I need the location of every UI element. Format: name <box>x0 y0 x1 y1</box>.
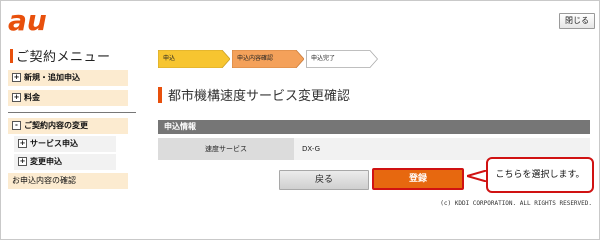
au-logo: au <box>8 4 52 40</box>
info-label-speed-service: 速度サービス <box>158 138 294 160</box>
step-confirm: 申込内容確認 <box>232 50 304 68</box>
step-label: 申込完了 <box>311 55 336 62</box>
logo-text: au <box>8 6 47 37</box>
sidebar-item-confirm-application[interactable]: お申込内容の確認 <box>8 173 128 189</box>
title-marker <box>10 49 13 63</box>
expand-icon: + <box>18 139 27 148</box>
page-title-text: 都市機構速度サービス変更確認 <box>168 89 351 104</box>
sidebar-item-contract-change[interactable]: - ご契約内容の変更 <box>8 118 128 134</box>
page-title: 都市機構速度サービス変更確認 <box>158 85 350 104</box>
sidebar-item-label: 変更申込 <box>30 157 62 166</box>
copyright-text: (c) KDDI CORPORATION. ALL RIGHTS RESERVE… <box>440 200 592 207</box>
instruction-callout: こちらを選択します。 <box>486 157 594 193</box>
title-bar <box>158 87 162 103</box>
sidebar-item-label: サービス申込 <box>30 139 78 148</box>
sidebar-title-text: ご契約メニュー <box>16 50 111 65</box>
step-label: 申込 <box>163 55 176 62</box>
expand-icon: + <box>12 73 21 82</box>
sidebar-item-label: 料金 <box>24 93 40 102</box>
step-apply: 申込 <box>158 50 230 68</box>
info-value-speed-service: DX-G <box>302 145 321 153</box>
collapse-icon: - <box>12 121 21 130</box>
register-button[interactable]: 登録 <box>372 168 464 190</box>
sidebar-subitem-service-application[interactable]: + サービス申込 <box>14 136 116 152</box>
back-button[interactable]: 戻る <box>279 170 369 190</box>
expand-icon: + <box>12 93 21 102</box>
step-complete: 申込完了 <box>306 50 378 68</box>
sidebar-title: ご契約メニュー <box>10 46 111 65</box>
au-logo-mark: au <box>8 4 47 37</box>
sidebar-item-label: ご契約内容の変更 <box>24 121 88 130</box>
sidebar-item-new-application[interactable]: + 新規・追加申込 <box>8 70 128 86</box>
sidebar-divider <box>8 112 136 113</box>
sidebar-subitem-change-application[interactable]: + 変更申込 <box>14 154 116 170</box>
close-button[interactable]: 閉じる <box>559 13 595 29</box>
expand-icon: + <box>18 157 27 166</box>
sidebar-item-label: 新規・追加申込 <box>24 73 80 82</box>
sidebar-item-fees[interactable]: + 料金 <box>8 90 128 106</box>
info-section-header: 申込情報 <box>158 120 590 134</box>
step-label: 申込内容確認 <box>237 55 274 62</box>
